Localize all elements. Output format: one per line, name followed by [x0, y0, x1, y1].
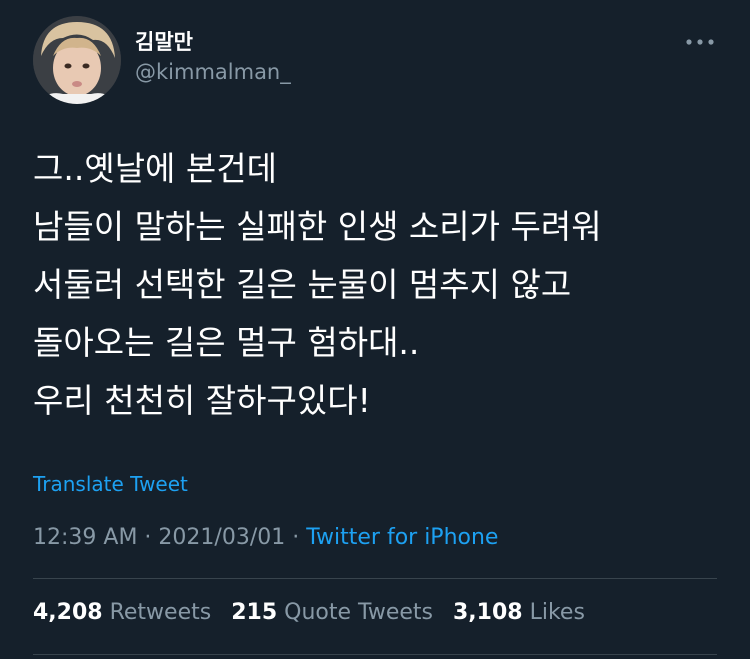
tweet-line: 그..옛날에 본건데: [33, 149, 277, 188]
retweets-stat[interactable]: 4,208 Retweets: [33, 600, 211, 625]
divider: [33, 578, 717, 579]
tweet-line: 돌아오는 길은 멀구 험하대..: [33, 323, 420, 362]
likes-stat[interactable]: 3,108 Likes: [453, 600, 585, 625]
translate-tweet-link[interactable]: Translate Tweet: [33, 472, 188, 496]
divider: [33, 654, 717, 655]
meta-separator: ·: [137, 525, 159, 550]
tweet-text: 그..옛날에 본건데 남들이 말하는 실패한 인생 소리가 두려워 서둘러 선택…: [33, 140, 723, 430]
quote-tweets-stat[interactable]: 215 Quote Tweets: [231, 600, 433, 625]
retweets-count: 4,208: [33, 600, 103, 625]
user-handle[interactable]: @kimmalman_: [135, 60, 291, 84]
tweet-line: 서둘러 선택한 길은 눈물이 멈추지 않고: [33, 265, 572, 304]
likes-label: Likes: [529, 600, 585, 625]
retweets-label: Retweets: [109, 600, 212, 625]
more-dots-icon: [686, 39, 714, 45]
tweet-meta: 12:39 AM · 2021/03/01 · Twitter for iPho…: [33, 525, 498, 550]
quote-tweets-label: Quote Tweets: [284, 600, 433, 625]
tweet-line: 남들이 말하는 실패한 인생 소리가 두려워: [33, 207, 602, 246]
tweet-source-link[interactable]: Twitter for iPhone: [306, 525, 498, 550]
tweet-date[interactable]: 2021/03/01: [158, 525, 285, 550]
avatar[interactable]: [33, 16, 121, 104]
likes-count: 3,108: [452, 600, 523, 625]
tweet-time[interactable]: 12:39 AM: [33, 525, 137, 550]
profile-photo-icon: [33, 16, 121, 104]
meta-separator: ·: [285, 525, 307, 550]
display-name[interactable]: 김말만: [135, 26, 193, 56]
quote-tweets-count: 215: [231, 600, 278, 625]
more-options-button[interactable]: [684, 30, 716, 54]
tweet-line: 우리 천천히 잘하구있다!: [33, 381, 371, 420]
engagement-stats: 4,208 Retweets 215 Quote Tweets 3,108 Li…: [33, 600, 585, 625]
